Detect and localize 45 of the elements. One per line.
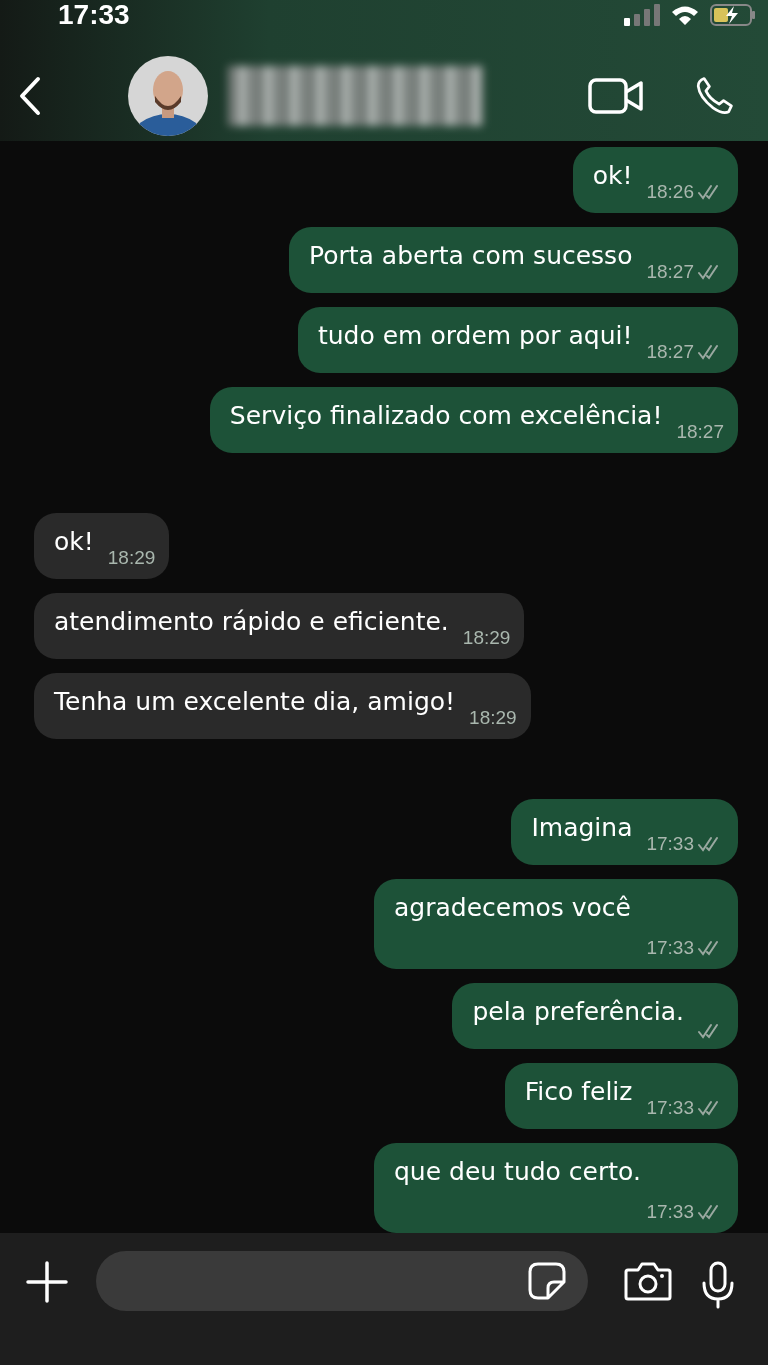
signal-icon xyxy=(624,4,660,26)
message-text: Imagina xyxy=(531,811,633,844)
message-time: 18:26 xyxy=(646,180,694,203)
message-text: que deu tudo certo. xyxy=(394,1155,642,1188)
microphone-icon[interactable] xyxy=(700,1260,736,1309)
status-time: 17:33 xyxy=(58,0,130,31)
plus-icon[interactable] xyxy=(26,1260,68,1303)
message-text: Tenha um excelente dia, amigo! xyxy=(54,685,456,718)
message-bubble[interactable]: tudo em ordem por aqui! 18:27 xyxy=(297,306,738,373)
message-time: 18:29 xyxy=(107,546,156,569)
message-bubble[interactable]: ok! 18:26 xyxy=(572,146,738,213)
message-time: 17:33 xyxy=(646,832,694,855)
message-time: 17:33 xyxy=(646,1200,694,1223)
message-time: 18:27 xyxy=(646,260,694,283)
camera-icon[interactable] xyxy=(624,1260,672,1301)
message-bubble[interactable]: ok! 18:29 xyxy=(34,512,170,579)
message-bubble[interactable]: Serviço finalizado com excelência! 18:27 xyxy=(209,386,738,453)
message-time: 17:33 xyxy=(646,1096,694,1119)
message-time: 18:27 xyxy=(646,340,694,363)
message-bubble[interactable]: que deu tudo certo. 17:33 xyxy=(374,1142,738,1233)
message-text: ok! xyxy=(592,159,633,192)
video-call-icon[interactable] xyxy=(588,77,644,115)
message-text: pela preferência. xyxy=(472,995,684,1028)
message-bubble[interactable]: pela preferência. xyxy=(452,982,738,1049)
message-text: tudo em ordem por aqui! xyxy=(317,319,633,352)
message-text: atendimento rápido e eficiente. xyxy=(54,605,449,638)
message-text: Serviço finalizado com excelência! xyxy=(229,399,663,432)
message-bubble[interactable]: agradecemos você 17:33 xyxy=(374,878,738,969)
message-time: 18:27 xyxy=(676,420,724,443)
message-bubble[interactable]: Tenha um excelente dia, amigo! 18:29 xyxy=(34,672,531,739)
back-icon[interactable] xyxy=(18,76,42,116)
message-text: agradecemos você xyxy=(394,891,632,924)
message-bubble[interactable]: Imagina 17:33 xyxy=(511,798,738,865)
message-text: Fico feliz xyxy=(524,1075,633,1108)
message-time: 17:33 xyxy=(646,936,694,959)
message-text: ok! xyxy=(54,525,94,558)
battery-charging-icon xyxy=(710,4,756,26)
message-time: 18:29 xyxy=(462,626,511,649)
wifi-icon xyxy=(670,4,700,26)
sticker-icon[interactable] xyxy=(528,1261,566,1300)
message-time: 18:29 xyxy=(469,706,517,729)
message-bubble[interactable]: Fico feliz 17:33 xyxy=(504,1062,738,1129)
message-text: Porta aberta com sucesso xyxy=(309,239,633,272)
message-bubble[interactable]: Porta aberta com sucesso 18:27 xyxy=(289,226,738,293)
message-bubble[interactable]: atendimento rápido e eficiente. 18:29 xyxy=(34,592,525,659)
